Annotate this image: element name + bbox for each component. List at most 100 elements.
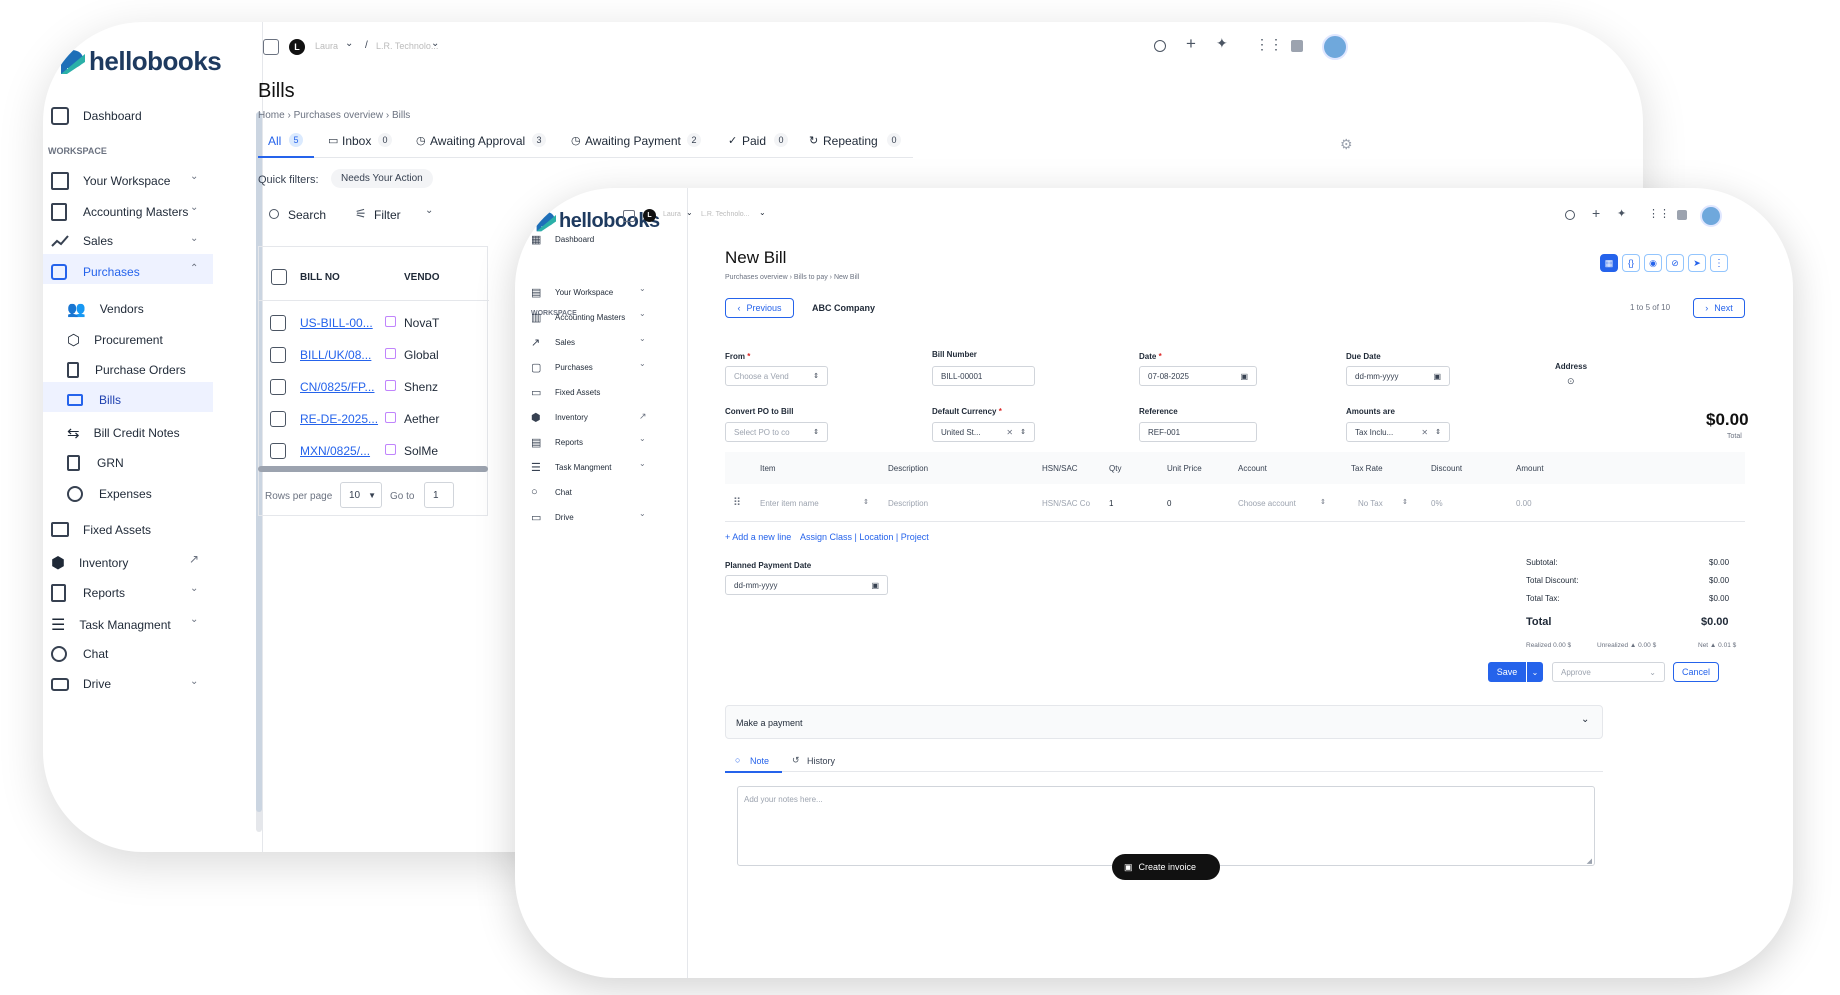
sidebar-item-grn[interactable]: GRN	[67, 455, 124, 471]
user-avatar[interactable]	[1700, 205, 1722, 227]
sidebar-toggle-icon[interactable]	[263, 39, 279, 55]
sidebar-item-drive[interactable]: Drive	[51, 677, 111, 691]
chevron-down-icon[interactable]: ⌄	[425, 205, 433, 216]
company-name[interactable]: L.R. Technolo...	[376, 41, 438, 51]
row-checkbox[interactable]	[270, 379, 286, 395]
sparkle-icon[interactable]: ✦	[1617, 207, 1626, 220]
next-button[interactable]: › Next	[1693, 298, 1745, 318]
tax-rate-select[interactable]: No Tax	[1358, 499, 1383, 508]
sidebar-item-your-workspace[interactable]: Your Workspace	[51, 172, 170, 190]
sidebar-item-sales[interactable]: ↗ Sales	[531, 336, 575, 349]
column-bill-no[interactable]: BILL NO	[300, 272, 340, 283]
search-button[interactable]: Search	[288, 208, 326, 222]
chevron-down-icon[interactable]: ⌄	[431, 38, 439, 49]
chevron-down-icon[interactable]: ⌄	[759, 208, 766, 217]
sidebar-item-procurement[interactable]: ⬡ Procurement	[67, 331, 163, 349]
send-icon[interactable]: ➤	[1688, 254, 1706, 272]
account-select[interactable]: Choose account	[1238, 499, 1296, 508]
breadcrumb-purchases[interactable]: Purchases overview	[725, 274, 788, 281]
drag-handle-icon[interactable]: ⠿	[733, 496, 741, 509]
sidebar-item-sales[interactable]: Sales	[51, 234, 113, 248]
sidebar-item-accounting-masters[interactable]: Accounting Masters	[51, 203, 188, 221]
sidebar-item-dashboard[interactable]: Dashboard	[51, 106, 142, 126]
attachment-icon[interactable]: ⊘	[1666, 254, 1684, 272]
breadcrumb-purchases[interactable]: Purchases overview	[294, 110, 383, 121]
sidebar-item-inventory[interactable]: ⬢ Inventory	[531, 411, 588, 424]
breadcrumb-home[interactable]: Home	[258, 110, 285, 121]
table-row[interactable]: BILL/UK/08... Global	[258, 343, 488, 375]
chevron-down-icon[interactable]: ⌄	[190, 583, 198, 594]
table-row[interactable]: US-BILL-00... NovaT	[258, 311, 488, 343]
row-checkbox[interactable]	[270, 315, 286, 331]
org-name[interactable]: Laura	[663, 211, 681, 218]
sidebar-item-vendors[interactable]: 👥 Vendors	[67, 300, 144, 318]
resize-handle-icon[interactable]: ◢	[1587, 857, 1592, 865]
sidebar-item-purchases[interactable]: ▢ Purchases	[531, 361, 593, 374]
chevron-down-icon[interactable]: ⌄	[190, 202, 198, 213]
chevron-down-icon[interactable]: ⌄	[639, 434, 646, 443]
chevron-down-icon[interactable]: ⌄	[686, 208, 693, 217]
breadcrumb-bills-to-pay[interactable]: Bills to pay	[794, 274, 828, 281]
eye-icon[interactable]: ◉	[1644, 254, 1662, 272]
chevron-down-icon[interactable]: ⌄	[190, 614, 198, 625]
external-link-icon[interactable]: ↗	[639, 411, 647, 422]
sidebar-item-bill-credit-notes[interactable]: ⇆ Bill Credit Notes	[67, 424, 180, 442]
settings-gear-icon[interactable]: ⚙	[1340, 136, 1353, 153]
item-input[interactable]: Enter item name	[760, 499, 819, 508]
chevron-down-icon[interactable]: ⌄	[639, 309, 646, 318]
reference-input[interactable]: REF-001	[1139, 422, 1257, 442]
company-name[interactable]: L.R. Technolo...	[701, 211, 750, 218]
save-options-button[interactable]: ⌄	[1527, 662, 1543, 682]
calendar-icon[interactable]: ▣	[1433, 372, 1441, 381]
description-input[interactable]: Description	[888, 499, 928, 508]
rows-per-page-select[interactable]: 10 ▼	[340, 482, 382, 508]
apps-grid-icon[interactable]: ⋮⋮	[1255, 36, 1283, 53]
external-link-icon[interactable]: ↗	[189, 552, 199, 566]
plus-icon[interactable]: +	[1592, 205, 1600, 221]
unit-price-input[interactable]: 0	[1167, 499, 1171, 508]
sidebar-item-chat[interactable]: Chat	[51, 646, 108, 662]
plus-icon[interactable]: +	[1186, 34, 1196, 54]
row-checkbox[interactable]	[270, 443, 286, 459]
chevron-down-icon[interactable]: ⌄	[639, 334, 646, 343]
sidebar-item-accounting-masters[interactable]: ▥ Accounting Masters	[531, 311, 625, 324]
chevron-down-icon[interactable]: ⌄	[639, 509, 646, 518]
row-checkbox[interactable]	[270, 411, 286, 427]
sidebar-item-purchases[interactable]: Purchases	[51, 264, 140, 280]
chevron-down-icon[interactable]: ⌄	[639, 359, 646, 368]
filter-button[interactable]: Filter	[374, 208, 401, 222]
sidebar-item-reports[interactable]: Reports	[51, 584, 125, 602]
tab-all[interactable]: All 5	[258, 132, 314, 158]
clear-icon[interactable]: ✕	[1006, 428, 1013, 437]
chevron-down-icon[interactable]: ⌄	[190, 676, 198, 687]
sidebar-item-task-mangment[interactable]: ☰ Task Mangment	[531, 461, 611, 474]
bill-number-input[interactable]: BILL-00001	[932, 366, 1035, 386]
sidebar-item-dashboard[interactable]: ▦ Dashboard	[531, 233, 594, 246]
calendar-icon[interactable]: ▣	[1240, 372, 1248, 381]
sidebar-item-bills[interactable]: Bills	[67, 393, 121, 407]
bill-number-link[interactable]: BILL/UK/08...	[300, 348, 371, 362]
amounts-are-select[interactable]: Tax Inclu... ✕ ⇕	[1346, 422, 1450, 442]
save-button[interactable]: Save	[1488, 662, 1526, 682]
sort-icon[interactable]: ⇕	[863, 498, 869, 506]
make-payment-panel[interactable]: Make a payment ⌄	[725, 705, 1603, 739]
create-invoice-button[interactable]: ▣ Create invoice	[1112, 854, 1220, 880]
bill-number-link[interactable]: MXN/0825/...	[300, 444, 370, 458]
column-vendor[interactable]: VENDO	[404, 272, 440, 283]
sparkle-icon[interactable]: ✦	[1216, 35, 1228, 52]
chevron-down-icon[interactable]: ⌄	[190, 171, 198, 182]
previous-button[interactable]: ‹ Previous	[725, 298, 794, 318]
tab-note[interactable]: ○ Note	[725, 751, 782, 773]
org-avatar[interactable]: L	[643, 209, 656, 222]
sidebar-item-inventory[interactable]: ⬢ Inventory	[51, 553, 128, 573]
chevron-down-icon[interactable]: ⌄	[639, 284, 646, 293]
sidebar-item-expenses[interactable]: Expenses	[67, 486, 152, 502]
sidebar-item-chat[interactable]: ○ Chat	[531, 486, 572, 498]
org-name[interactable]: Laura	[315, 41, 338, 51]
calendar-icon[interactable]: ▣	[871, 581, 879, 590]
sidebar-item-your-workspace[interactable]: ▤ Your Workspace	[531, 286, 613, 299]
discount-input[interactable]: 0%	[1431, 499, 1443, 508]
sidebar-item-drive[interactable]: ▭ Drive	[531, 511, 574, 524]
sidebar-toggle-icon[interactable]	[623, 210, 635, 222]
table-row[interactable]: CN/0825/FP... Shenz	[258, 375, 488, 407]
